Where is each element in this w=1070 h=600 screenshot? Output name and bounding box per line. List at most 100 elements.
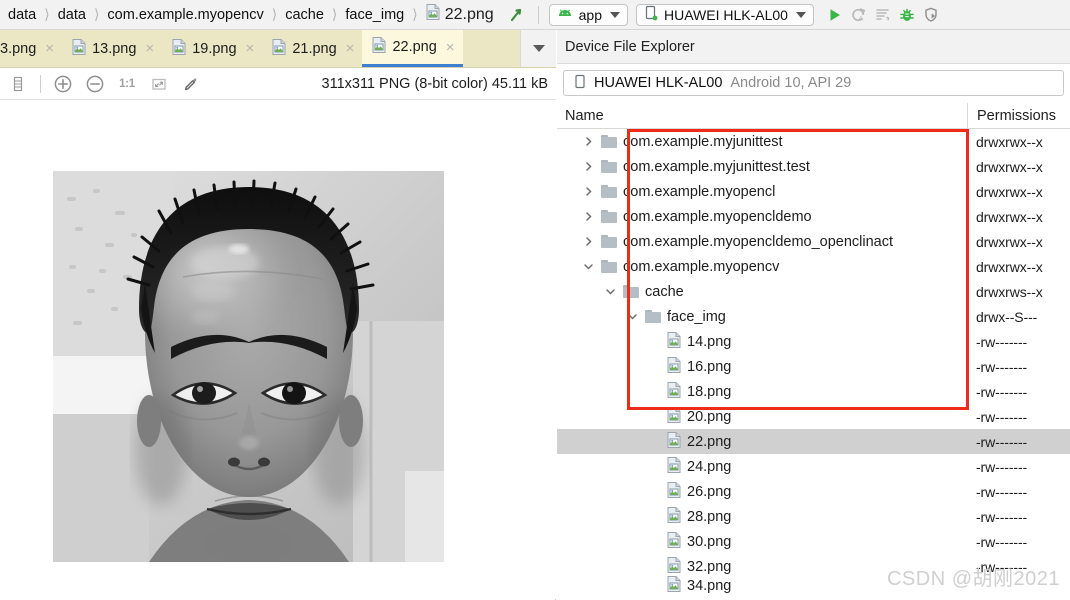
file-tree-row-permissions: -rw------- <box>976 358 1028 375</box>
run-button[interactable] <box>824 4 846 26</box>
column-header-name[interactable]: Name <box>557 108 967 124</box>
file-tree-row-label: 22.png <box>687 433 732 450</box>
breadcrumb-separator: ⟩ <box>412 6 418 22</box>
editor-tab-strip: 3.png × 13.png × 19.png × 21.png × 22.pn… <box>0 30 556 68</box>
image-file-icon <box>172 38 186 59</box>
column-header-permissions[interactable]: Permissions <box>967 102 1070 129</box>
file-tree-row-permissions: -rw------- <box>976 508 1028 525</box>
debug-button[interactable] <box>896 4 918 26</box>
file-tree-row-name: com.example.myopencv <box>557 259 967 275</box>
apply-changes-button[interactable]: A <box>848 4 870 26</box>
folder-icon <box>623 285 639 298</box>
file-tree-row[interactable]: 14.png -rw------- <box>557 329 1070 354</box>
image-file-icon <box>272 38 286 59</box>
chevron-right-icon[interactable] <box>581 136 595 147</box>
image-preview <box>53 171 444 562</box>
color-picker-button[interactable] <box>175 68 207 100</box>
file-tree-row-label: cache <box>645 283 684 300</box>
grid-icon[interactable] <box>2 68 34 100</box>
file-tree-row-name: 26.png <box>557 481 967 502</box>
editor-tab-label: 22.png <box>392 39 437 55</box>
file-tree-row[interactable]: face_img drwx--S--- <box>557 304 1070 329</box>
file-tree-row[interactable]: 16.png -rw------- <box>557 354 1070 379</box>
image-file-icon <box>667 531 681 552</box>
editor-tab-3png[interactable]: 3.png × <box>0 30 62 67</box>
file-tree-row[interactable]: com.example.myjunittest.test drwxrwx--x <box>557 154 1070 179</box>
fit-to-window-button[interactable] <box>143 68 175 100</box>
image-file-icon <box>372 37 386 57</box>
device-dropdown[interactable]: HUAWEI HLK-AL00 Android 10, API 29 <box>563 70 1064 96</box>
actual-size-button[interactable]: 1:1 <box>111 68 143 100</box>
watermark: CSDN @胡刚2021 <box>886 568 1060 590</box>
file-tree-row-label: 28.png <box>687 508 732 525</box>
file-tree-row-name: 28.png <box>557 506 967 527</box>
file-tree-row[interactable]: 30.png -rw------- <box>557 529 1070 554</box>
breadcrumb-item-file[interactable]: 22.png <box>424 4 494 25</box>
image-file-icon <box>667 406 681 427</box>
breadcrumb-file-label: 22.png <box>444 5 494 23</box>
chevron-right-icon[interactable] <box>581 211 595 222</box>
file-tree-row-label: face_img <box>667 308 726 325</box>
file-tree-row[interactable]: cache drwxrws--x <box>557 279 1070 304</box>
device-label: HUAWEI HLK-AL00 <box>664 6 788 23</box>
file-tree-row[interactable]: com.example.myopencv drwxrwx--x <box>557 254 1070 279</box>
file-tree-row[interactable]: com.example.myjunittest drwxrwx--x <box>557 129 1070 154</box>
chevron-down-icon[interactable] <box>581 261 595 272</box>
close-icon[interactable]: × <box>243 40 255 57</box>
close-icon[interactable]: × <box>142 40 154 57</box>
device-selector[interactable]: HUAWEI HLK-AL00 <box>636 3 814 26</box>
breadcrumb-item-3[interactable]: cache <box>283 7 326 23</box>
navigate-up-icon[interactable] <box>506 4 528 26</box>
file-tree-row-permissions: drwx--S--- <box>976 308 1038 325</box>
breadcrumb-item-2[interactable]: com.example.myopencv <box>105 7 265 23</box>
file-tree-row[interactable]: com.example.myopencl drwxrwx--x <box>557 179 1070 204</box>
file-tree-row-permissions: -rw------- <box>976 533 1028 550</box>
file-tree-row[interactable]: 24.png -rw------- <box>557 454 1070 479</box>
folder-icon <box>601 185 617 198</box>
zoom-in-button[interactable] <box>47 68 79 100</box>
toolbar-divider <box>537 5 539 24</box>
editor-tab-19png[interactable]: 19.png × <box>162 30 262 67</box>
file-tree-row-name: 20.png <box>557 406 967 427</box>
file-tree-row-label: 24.png <box>687 458 732 475</box>
file-tree-row-permissions: -rw------- <box>976 333 1028 350</box>
editor-tab-label: 13.png <box>92 40 137 57</box>
zoom-out-button[interactable] <box>79 68 111 100</box>
file-tree-row-permissions: drwxrws--x <box>976 283 1043 300</box>
image-canvas[interactable] <box>0 100 556 599</box>
close-icon[interactable]: × <box>443 39 455 56</box>
breadcrumb: data ⟩ data ⟩ com.example.myopencv ⟩ cac… <box>0 0 494 30</box>
breadcrumb-item-1[interactable]: data <box>56 7 88 23</box>
chevron-right-icon[interactable] <box>581 186 595 197</box>
file-tree-row-label: 16.png <box>687 358 732 375</box>
chevron-down-icon[interactable] <box>625 311 639 322</box>
file-tree-row[interactable]: 26.png -rw------- <box>557 479 1070 504</box>
close-icon[interactable]: × <box>343 40 355 57</box>
file-tree-row[interactable]: 18.png -rw------- <box>557 379 1070 404</box>
breadcrumb-item-0[interactable]: data <box>6 7 38 23</box>
breadcrumb-item-4[interactable]: face_img <box>343 7 406 23</box>
file-tree-row-label: 30.png <box>687 533 732 550</box>
android-icon <box>557 7 573 23</box>
toolbar-actions: app HUAWEI HLK-AL00 A <box>506 3 942 26</box>
chevron-down-icon[interactable] <box>603 286 617 297</box>
file-tree-row[interactable]: 20.png -rw------- <box>557 404 1070 429</box>
file-tree-row[interactable]: com.example.myopencldemo_openclinact drwx… <box>557 229 1070 254</box>
file-tree-row-permissions: -rw------- <box>976 408 1028 425</box>
attach-debugger-button[interactable] <box>920 4 942 26</box>
close-icon[interactable]: × <box>42 40 54 57</box>
editor-tab-22png[interactable]: 22.png × <box>362 30 463 67</box>
file-tree-row[interactable]: 22.png -rw------- <box>557 429 1070 454</box>
device-file-tree[interactable]: com.example.myjunittest drwxrwx--x com.exa… <box>557 129 1070 599</box>
tab-overflow-button[interactable] <box>520 30 556 67</box>
run-configuration-selector[interactable]: app <box>548 3 628 26</box>
chevron-right-icon[interactable] <box>581 236 595 247</box>
apply-code-changes-button[interactable] <box>872 4 894 26</box>
editor-tab-21png[interactable]: 21.png × <box>262 30 362 67</box>
file-tree-row-label: com.example.myjunittest.test <box>623 158 810 175</box>
file-tree-row[interactable]: com.example.myopencldemo drwxrwx--x <box>557 204 1070 229</box>
file-tree-row-permissions: drwxrwx--x <box>976 233 1043 250</box>
file-tree-row[interactable]: 28.png -rw------- <box>557 504 1070 529</box>
editor-tab-13png[interactable]: 13.png × <box>62 30 162 67</box>
chevron-right-icon[interactable] <box>581 161 595 172</box>
